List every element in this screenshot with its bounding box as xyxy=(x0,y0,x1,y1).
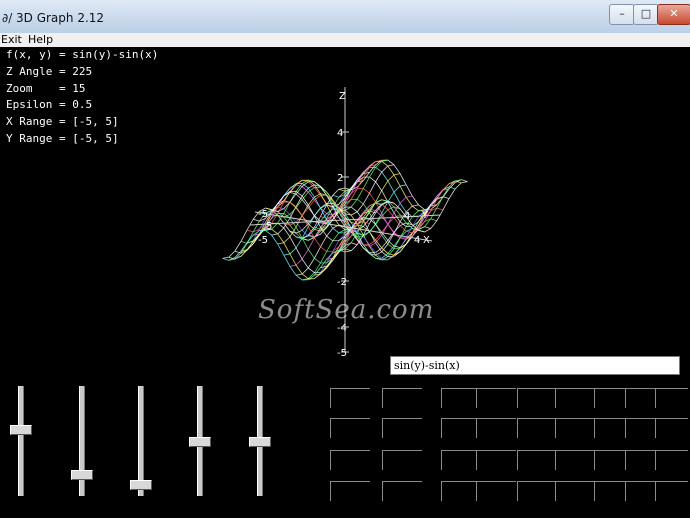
keypad-key[interactable] xyxy=(330,481,370,501)
y-tick-label: -5 xyxy=(258,235,268,246)
keypad-key[interactable] xyxy=(517,481,557,501)
keypad-key[interactable] xyxy=(382,418,422,438)
keypad-key[interactable] xyxy=(476,418,516,438)
mesh-line-y xyxy=(259,183,382,234)
watermark: SoftSea.com xyxy=(258,295,435,325)
keypad-key[interactable] xyxy=(517,418,557,438)
title-bar: ∂/ 3D Graph 2.12 – □ ✕ xyxy=(0,0,690,34)
x-tick-label: 4 xyxy=(414,235,420,246)
function-readout: f(x, y) = sin(y)-sin(x) xyxy=(6,48,159,61)
keypad-key[interactable] xyxy=(441,481,481,501)
slider-thumb[interactable] xyxy=(130,480,152,490)
y-axis-label: Y xyxy=(421,210,429,221)
formula-input[interactable] xyxy=(390,356,680,375)
x-range-readout: X Range = [-5, 5] xyxy=(6,115,119,128)
keypad-key[interactable] xyxy=(517,450,557,470)
keypad-key[interactable] xyxy=(382,388,422,408)
x-tick-label: -5 xyxy=(258,209,268,220)
keypad-key[interactable] xyxy=(330,450,370,470)
keypad-key[interactable] xyxy=(555,418,595,438)
keypad-key[interactable] xyxy=(382,450,422,470)
keypad-key[interactable] xyxy=(330,418,370,438)
keypad-key[interactable] xyxy=(517,388,557,408)
y-tick-label: 5 xyxy=(266,221,272,232)
slider-thumb[interactable] xyxy=(189,437,211,447)
keypad-key[interactable] xyxy=(655,418,688,438)
keypad-key[interactable] xyxy=(441,418,481,438)
keypad-key[interactable] xyxy=(555,450,595,470)
zoom-readout: Zoom = 15 xyxy=(6,82,86,95)
app-icon: ∂/ xyxy=(2,11,13,25)
y-range-readout: Y Range = [-5, 5] xyxy=(6,132,119,145)
mesh-line-y xyxy=(277,186,401,238)
x-axis-label: X xyxy=(423,235,430,246)
window-title: 3D Graph 2.12 xyxy=(16,11,105,25)
slider-3[interactable] xyxy=(130,386,152,496)
slider-2[interactable] xyxy=(71,386,93,496)
keypad-key[interactable] xyxy=(382,481,422,501)
epsilon-readout: Epsilon = 0.5 xyxy=(6,98,93,111)
slider-5[interactable] xyxy=(249,386,271,496)
slider-thumb[interactable] xyxy=(249,437,271,447)
slider-4[interactable] xyxy=(189,386,211,496)
keypad-key[interactable] xyxy=(476,481,516,501)
menu-bar: Exit Help xyxy=(0,33,690,48)
keypad-key[interactable] xyxy=(555,388,595,408)
slider-thumb[interactable] xyxy=(71,470,93,480)
z-tick-label: -2 xyxy=(337,277,347,288)
slider-1[interactable] xyxy=(10,386,32,496)
keypad-key[interactable] xyxy=(330,388,370,408)
close-button[interactable]: ✕ xyxy=(657,4,690,25)
z-tick-label: -5 xyxy=(337,348,347,359)
keypad-key[interactable] xyxy=(555,481,595,501)
keypad-key[interactable] xyxy=(655,450,688,470)
keypad-key[interactable] xyxy=(476,450,516,470)
z-tick-label: 2 xyxy=(337,173,343,184)
slider-thumb[interactable] xyxy=(10,425,32,435)
minimize-button[interactable]: – xyxy=(609,4,635,25)
mesh-line-y xyxy=(222,230,346,281)
z-angle-readout: Z Angle = 225 xyxy=(6,65,93,78)
menu-exit[interactable]: Exit xyxy=(1,33,22,47)
maximize-button[interactable]: □ xyxy=(633,4,659,25)
keypad-key[interactable] xyxy=(476,388,516,408)
z-axis-label: Z xyxy=(339,91,346,102)
keypad-key[interactable] xyxy=(655,481,688,501)
keypad-key[interactable] xyxy=(655,388,688,408)
slider-track xyxy=(18,386,24,496)
keypad-key[interactable] xyxy=(441,450,481,470)
z-tick-label: 4 xyxy=(337,128,343,139)
y-tick-label: 4 xyxy=(404,211,410,222)
keypad-key[interactable] xyxy=(441,388,481,408)
menu-help[interactable]: Help xyxy=(28,33,53,47)
